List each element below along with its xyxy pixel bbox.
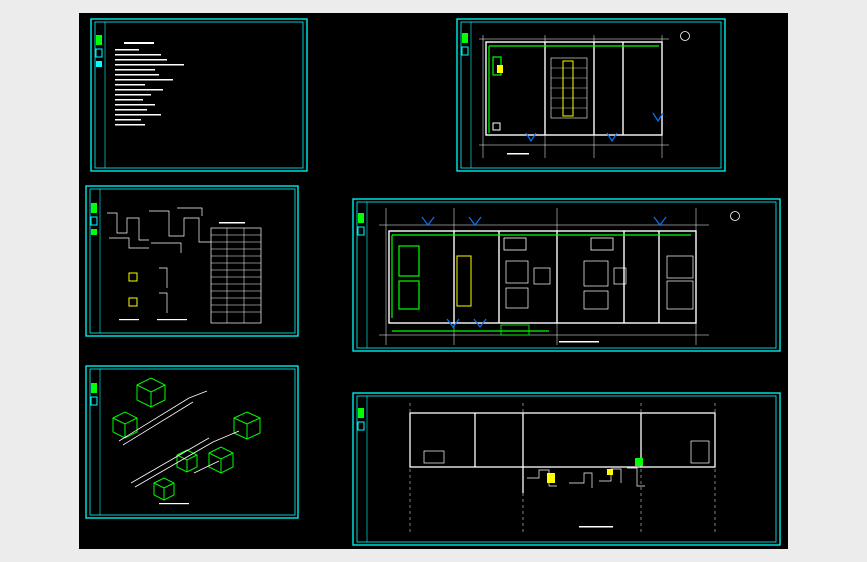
sheet-section-elevation[interactable] <box>352 392 781 546</box>
plan-walls <box>485 41 663 136</box>
sheet-ground-floor-plan[interactable] <box>352 198 781 352</box>
sheet-border <box>352 392 781 546</box>
title-block-strip <box>95 22 106 168</box>
title-block-strip <box>461 22 472 168</box>
section-walls <box>409 412 716 493</box>
sheet-system-diagram[interactable] <box>85 185 299 337</box>
equipment-elevation <box>423 440 710 488</box>
sheet-inner-border <box>89 368 296 516</box>
sheet-first-floor-plan[interactable] <box>456 18 726 172</box>
title-block-strip <box>357 202 368 348</box>
drawing-caption <box>159 503 189 505</box>
sheet-design-notes[interactable] <box>90 18 308 172</box>
title-block-strip <box>357 396 368 542</box>
equipment-rooms <box>505 255 694 310</box>
notes-text-block <box>115 42 184 126</box>
detail-symbols <box>119 267 187 321</box>
cad-drawing-canvas[interactable] <box>79 13 788 549</box>
sheet-inner-border <box>460 21 722 169</box>
drawing-caption <box>507 153 529 155</box>
sheet-inner-border <box>89 188 296 334</box>
pipe-runs <box>391 234 691 332</box>
plan-walls <box>388 230 697 324</box>
equipment-schedule-table <box>210 222 262 324</box>
sheet-isometric-pipe-diagram[interactable] <box>85 365 299 519</box>
pipe-runs <box>488 45 659 133</box>
isometric-boxes <box>112 377 261 501</box>
circle-marker-icon <box>730 211 740 221</box>
cad-drawing-svg <box>85 18 781 546</box>
circle-marker-icon <box>680 31 690 41</box>
riser-diagram <box>107 207 211 253</box>
drawing-caption <box>559 341 599 343</box>
fixture-symbols <box>492 65 664 143</box>
sheet-border <box>85 185 299 337</box>
grid-axis-lines <box>409 403 716 533</box>
sheet-inner-border <box>356 395 777 543</box>
grid-axis-lines <box>479 35 669 158</box>
sheet-border <box>352 198 781 352</box>
title-block-strip <box>90 369 101 515</box>
title-block-strip <box>90 189 101 333</box>
stair <box>550 57 588 119</box>
stairs <box>456 237 614 336</box>
sheet-border <box>85 365 299 519</box>
door-swing-symbols <box>421 216 667 328</box>
drawing-caption <box>579 526 613 528</box>
sheet-inner-border <box>356 201 777 349</box>
